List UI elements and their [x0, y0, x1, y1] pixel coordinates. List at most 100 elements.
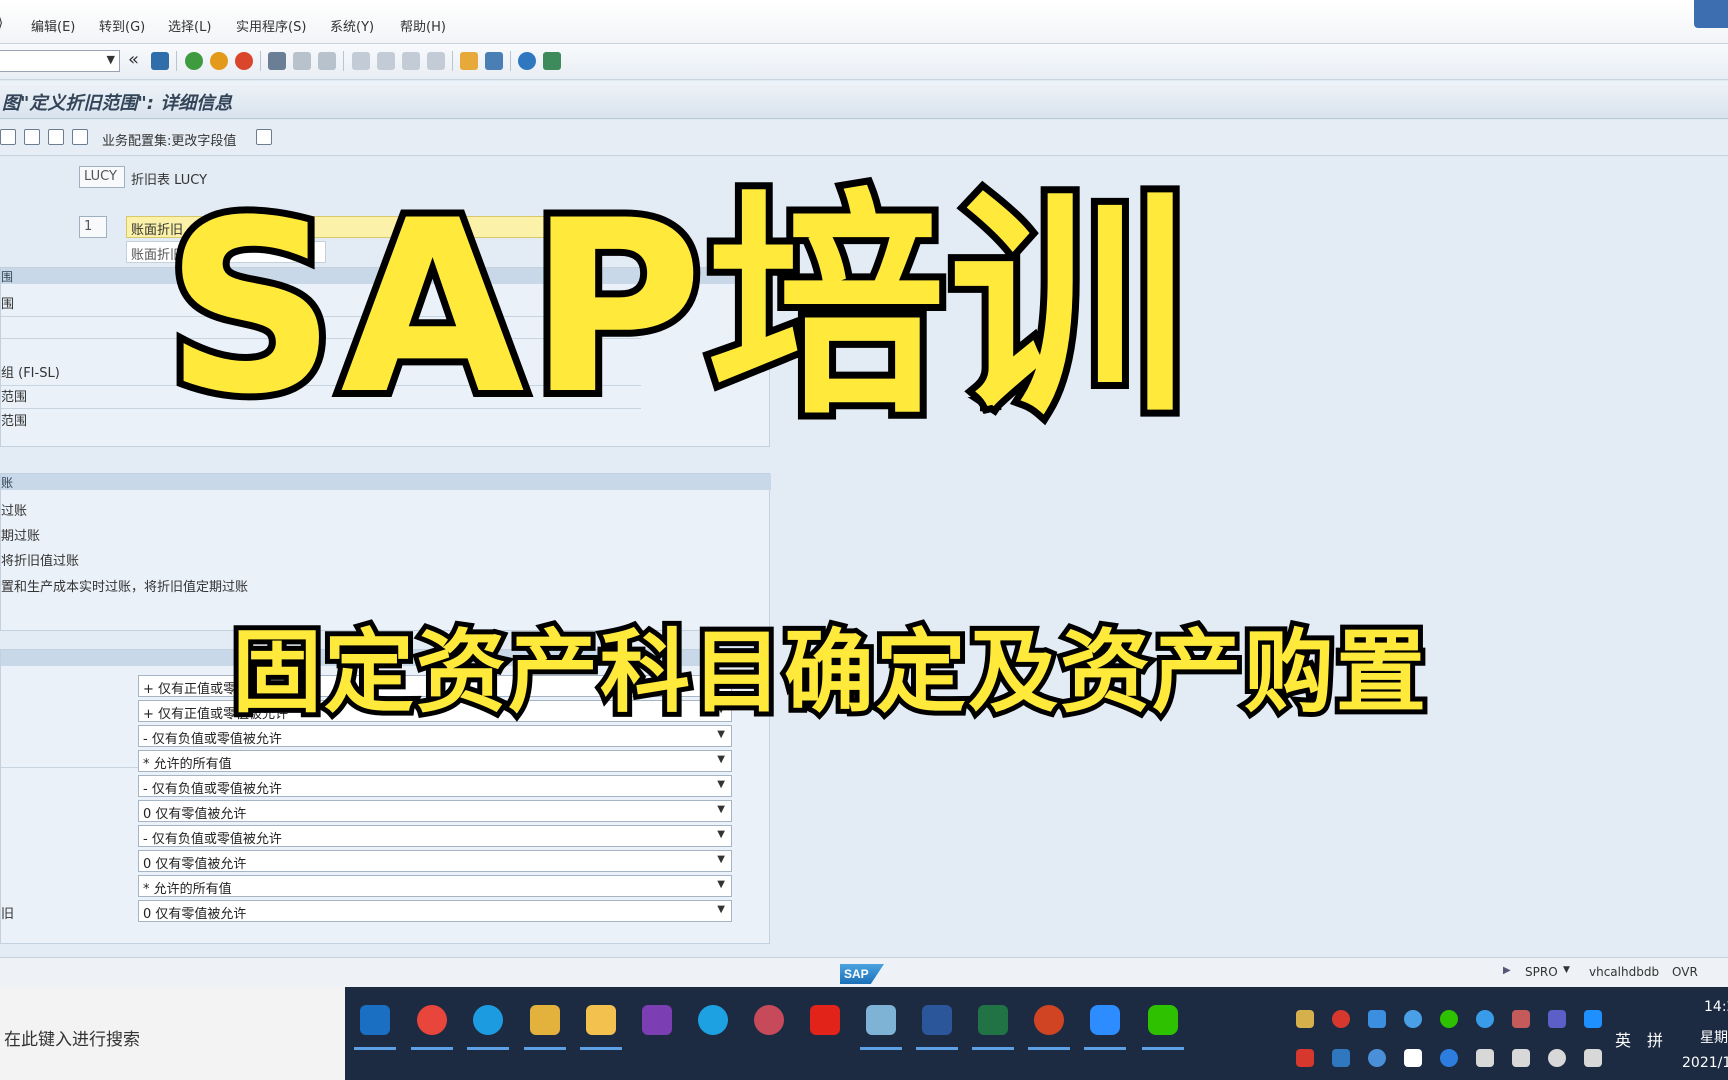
chevron-down-icon[interactable]: ▼ [1563, 965, 1570, 975]
find-icon[interactable] [293, 52, 311, 70]
sap-gui-icon[interactable] [524, 1005, 566, 1050]
edge-icon[interactable] [467, 1005, 509, 1050]
tray-wechat-icon[interactable] [1440, 1010, 1458, 1028]
chevron-down-icon: ▼ [717, 879, 725, 890]
overlay-title: SAP培训 [158, 170, 1194, 447]
taskbar-search[interactable]: 在此键入进行搜索 [0, 987, 345, 1080]
menu-item-utilities[interactable]: 实用程序(S) [236, 16, 306, 35]
file-explorer-icon[interactable] [580, 1005, 622, 1050]
posting-option[interactable]: 期过账 [1, 525, 40, 544]
posting-option[interactable]: 将折旧值过账 [1, 550, 79, 569]
excel-icon[interactable] [972, 1005, 1014, 1050]
defender-icon[interactable] [1404, 1049, 1422, 1067]
window-control-button[interactable] [1694, 0, 1728, 28]
tray-app-icon[interactable] [1512, 1010, 1530, 1028]
row-label: 组 (FI-SL) [1, 366, 60, 381]
bc-set-icon[interactable] [256, 129, 272, 145]
new-session-icon[interactable] [460, 52, 478, 70]
menu-item-goto[interactable]: 转到(G) [99, 16, 145, 35]
back-glyph-icon[interactable]: « [128, 49, 139, 70]
chart-of-depreciation-field[interactable]: LUCY [79, 166, 125, 188]
value-sign-dropdown[interactable]: - 仅有负值或零值被允许 ▼ [138, 725, 732, 747]
cancel-icon[interactable] [235, 52, 253, 70]
transaction-code[interactable]: SPRO [1525, 965, 1558, 979]
help-icon[interactable] [518, 52, 536, 70]
prev-entry-icon[interactable] [72, 129, 88, 145]
next-page-icon[interactable] [402, 52, 420, 70]
menu-item-select[interactable]: 选择(L) [168, 16, 211, 35]
bc-set-change-field-values-button[interactable]: 业务配置集:更改字段值 [102, 130, 236, 149]
app-icon[interactable] [754, 1005, 784, 1035]
usb-icon[interactable] [1476, 1049, 1494, 1067]
chevron-down-icon: ▼ [717, 829, 725, 840]
tray-app-icon[interactable] [1584, 1010, 1602, 1028]
ime-language[interactable]: 英 [1615, 1027, 1631, 1051]
teams-icon[interactable] [1548, 1010, 1566, 1028]
tray-meeting-icon[interactable] [1368, 1010, 1386, 1028]
prev-page-icon[interactable] [377, 52, 395, 70]
toolbar-separator [260, 51, 261, 71]
menu-item-system[interactable]: 系统(Y) [330, 16, 374, 35]
value-sign-dropdown[interactable]: 0 仅有零值被允许 ▼ [138, 850, 732, 872]
tray-app-icon[interactable] [1332, 1010, 1350, 1028]
exit-icon[interactable] [210, 52, 228, 70]
next-entry-icon[interactable] [48, 129, 64, 145]
clock-time[interactable]: 14:2 [1704, 999, 1728, 1015]
play-icon[interactable]: ▶ [1503, 965, 1511, 976]
row-label: 范围 [1, 390, 28, 405]
battery-icon[interactable] [1512, 1049, 1530, 1067]
menu-item-help[interactable]: 帮助(H) [400, 16, 446, 35]
skype-icon[interactable] [698, 1005, 728, 1035]
screen-title-bar: 图"定义折旧范围": 详细信息 [0, 81, 1728, 119]
first-page-icon[interactable] [352, 52, 370, 70]
toolbar-separator [452, 51, 453, 71]
tray-app-icon[interactable] [1368, 1049, 1386, 1067]
posting-option[interactable]: 过账 [1, 500, 27, 519]
back-icon[interactable] [185, 52, 203, 70]
chevron-down-icon[interactable]: ▼ [107, 53, 115, 66]
clock-date[interactable]: 2021/1 [1682, 1055, 1728, 1071]
wifi-icon[interactable] [1548, 1049, 1566, 1067]
volume-icon[interactable] [1584, 1049, 1602, 1067]
value-sign-dropdown[interactable]: - 仅有负值或零值被允许 ▼ [138, 775, 732, 797]
value-sign-dropdown[interactable]: 0 仅有零值被允许 ▼ [138, 800, 732, 822]
save-icon[interactable] [151, 52, 169, 70]
customize-layout-icon[interactable] [543, 52, 561, 70]
server-name: vhcalhdbdb [1589, 965, 1660, 979]
menu-item-edit[interactable]: 编辑(E) [31, 16, 75, 35]
shortcut-icon[interactable] [485, 52, 503, 70]
outlook-icon[interactable] [354, 1005, 396, 1050]
depreciation-area-number-field[interactable]: 1 [79, 216, 107, 238]
last-page-icon[interactable] [427, 52, 445, 70]
print-icon[interactable] [268, 52, 286, 70]
bluetooth-icon[interactable] [1440, 1049, 1458, 1067]
row-label: 旧 [1, 907, 15, 922]
value-sign-dropdown[interactable]: - 仅有负值或零值被允许 ▼ [138, 825, 732, 847]
menu-item-edge[interactable]: ⟩ [0, 16, 3, 31]
copy-icon[interactable] [24, 129, 40, 145]
posting-option[interactable]: 置和生产成本实时过账，将折旧值定期过账 [1, 576, 248, 595]
youdao-icon[interactable] [810, 1005, 840, 1035]
undo-icon[interactable] [0, 129, 16, 145]
tray-app-icon[interactable] [1332, 1049, 1350, 1067]
word-icon[interactable] [916, 1005, 958, 1050]
value-sign-dropdown[interactable]: * 允许的所有值 ▼ [138, 875, 732, 897]
tray-app-icon[interactable] [1296, 1010, 1314, 1028]
value-sign-dropdown[interactable]: 0 仅有零值被允许 ▼ [138, 900, 732, 922]
find-next-icon[interactable] [318, 52, 336, 70]
wechat-icon[interactable] [1142, 1005, 1184, 1050]
onedrive-icon[interactable] [1476, 1010, 1494, 1028]
powerpoint-icon[interactable] [1028, 1005, 1070, 1050]
value-sign-dropdown[interactable]: * 允许的所有值 ▼ [138, 750, 732, 772]
input-mode[interactable]: OVR [1672, 965, 1698, 979]
clock-weekday[interactable]: 星期 [1700, 1027, 1728, 1047]
tray-app-icon[interactable] [1404, 1010, 1422, 1028]
notepad-icon[interactable] [860, 1005, 902, 1050]
zoom-icon[interactable] [1084, 1005, 1126, 1050]
security-icon[interactable] [1296, 1049, 1314, 1067]
posting-section: 账 过账 期过账 将折旧值过账 置和生产成本实时过账，将折旧值定期过账 [0, 473, 771, 631]
ime-mode[interactable]: 拼 [1647, 1027, 1663, 1051]
onenote-icon[interactable] [642, 1005, 672, 1035]
command-field[interactable]: ▼ [0, 50, 120, 72]
chrome-icon[interactable] [411, 1005, 453, 1050]
